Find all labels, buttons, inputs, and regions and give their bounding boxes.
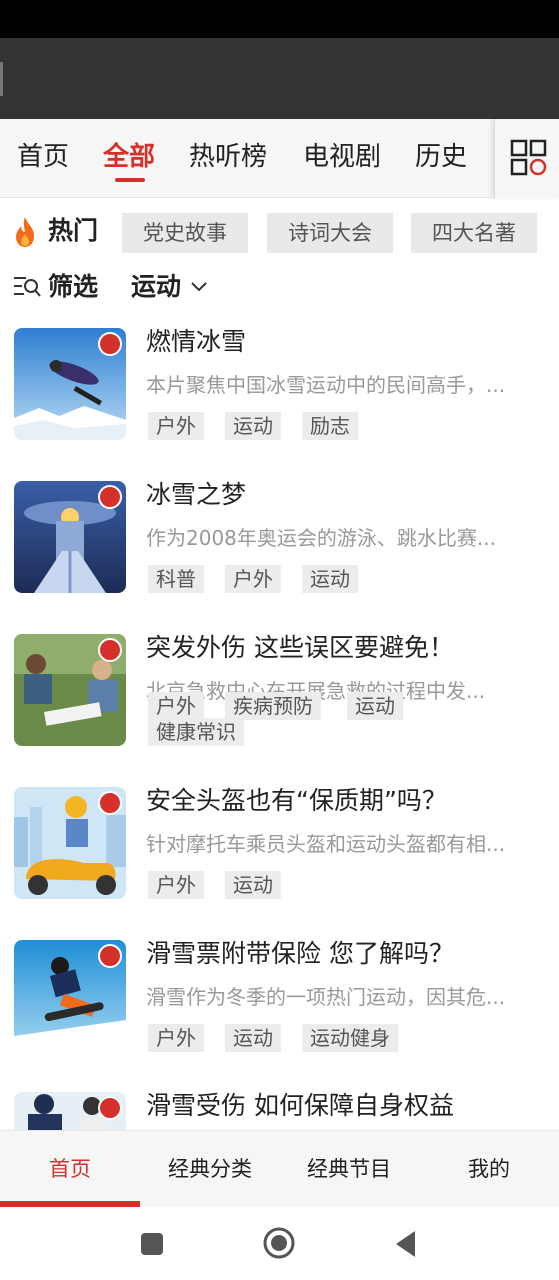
back-edge[interactable] xyxy=(0,62,3,96)
tab-all[interactable]: 全部 xyxy=(103,137,155,177)
program-thumbnail[interactable] xyxy=(14,634,126,746)
program-item[interactable]: 安全头盔也有“保质期”吗？ 针对摩托车乘员头盔和运动头盔都有相... 户外 运动 xyxy=(0,786,559,939)
program-title[interactable]: 冰雪之梦 xyxy=(146,477,546,513)
program-tag: 户外 xyxy=(148,1024,204,1052)
all-categories-button[interactable] xyxy=(494,119,559,198)
program-thumbnail[interactable] xyxy=(14,787,126,899)
program-title[interactable]: 安全头盔也有“保质期”吗？ xyxy=(146,783,546,819)
program-title[interactable]: 突发外伤 这些误区要避免！ xyxy=(146,630,546,666)
program-item[interactable]: 突发外伤 这些误区要避免！ 北京急救中心在开展急救的过程中发... 户外 疾病预… xyxy=(0,633,559,786)
hot-chip-poetry[interactable]: 诗词大会 xyxy=(267,213,393,253)
program-description: 滑雪作为冬季的一项热门运动，因其危... xyxy=(146,985,506,1009)
program-title[interactable]: 滑雪票附带保险 您了解吗？ xyxy=(146,936,546,972)
program-item[interactable]: 燃情冰雪 本片聚焦中国冰雪运动中的民间高手，... 户外 运动 励志 xyxy=(0,327,559,480)
radio-badge-icon xyxy=(98,485,122,509)
title-bar xyxy=(0,38,559,119)
bottom-nav-home[interactable]: 首页 xyxy=(0,1153,140,1185)
program-tag: 疾病预防 xyxy=(225,692,321,720)
hot-label: 热门 xyxy=(48,216,99,245)
system-nav-bar xyxy=(0,1207,559,1280)
back-triangle-icon[interactable] xyxy=(393,1229,419,1259)
radio-badge-icon xyxy=(98,638,122,662)
hot-row: 热门 党史故事 诗词大会 四大名著 xyxy=(0,208,559,254)
program-tag: 运动 xyxy=(302,565,358,593)
tab-home[interactable]: 首页 xyxy=(17,137,69,177)
program-title[interactable]: 燃情冰雪 xyxy=(146,324,546,360)
program-thumbnail[interactable] xyxy=(14,1092,126,1130)
program-thumbnail[interactable] xyxy=(14,940,126,1052)
hot-chip-classics[interactable]: 四大名著 xyxy=(411,213,537,253)
hot-chip-party-history[interactable]: 党史故事 xyxy=(122,213,248,253)
active-tab-indicator xyxy=(115,178,145,182)
program-description: 针对摩托车乘员头盔和运动头盔都有相... xyxy=(146,832,506,856)
filter-icon[interactable] xyxy=(13,275,41,299)
program-thumbnail[interactable] xyxy=(14,481,126,593)
program-description: 本片聚焦中国冰雪运动中的民间高手，... xyxy=(146,373,506,397)
radio-badge-icon xyxy=(98,944,122,968)
program-tag: 励志 xyxy=(302,412,358,440)
filter-label: 筛选 xyxy=(48,272,99,301)
program-item[interactable]: 滑雪受伤 如何保障自身权益 xyxy=(0,1092,559,1130)
grid-icon xyxy=(510,139,547,176)
filter-dropdown[interactable]: 运动 xyxy=(131,268,181,306)
program-tag: 运动健身 xyxy=(302,1024,398,1052)
bottom-nav: 首页 经典分类 经典节目 我的 xyxy=(0,1130,559,1207)
program-item[interactable]: 冰雪之梦 作为2008年奥运会的游泳、跳水比赛... 科普 户外 运动 xyxy=(0,480,559,633)
program-tag: 健康常识 xyxy=(148,718,244,746)
radio-badge-icon xyxy=(98,1096,122,1120)
program-tag: 运动 xyxy=(225,871,281,899)
program-tag: 户外 xyxy=(148,871,204,899)
program-thumbnail[interactable] xyxy=(14,328,126,440)
bottom-nav-mine[interactable]: 我的 xyxy=(419,1153,559,1185)
program-description: 北京急救中心在开展急救的过程中发... xyxy=(146,679,486,703)
program-tag: 运动 xyxy=(225,1024,281,1052)
bottom-nav-classic-categories[interactable]: 经典分类 xyxy=(140,1153,280,1185)
program-tag: 户外 xyxy=(225,565,281,593)
tab-tv-series[interactable]: 电视剧 xyxy=(303,137,381,177)
category-tabs: 首页 全部 热听榜 电视剧 历史 xyxy=(0,119,559,198)
program-tag: 科普 xyxy=(148,565,204,593)
program-item[interactable]: 滑雪票附带保险 您了解吗？ 滑雪作为冬季的一项热门运动，因其危... 户外 运动… xyxy=(0,939,559,1092)
status-bar xyxy=(0,0,559,38)
chevron-down-icon[interactable] xyxy=(190,280,208,294)
radio-badge-icon xyxy=(98,791,122,815)
home-circle-icon[interactable] xyxy=(262,1226,296,1260)
program-title[interactable]: 滑雪受伤 如何保障自身权益 xyxy=(146,1092,546,1124)
program-tag: 运动 xyxy=(225,412,281,440)
program-tag: 户外 xyxy=(148,412,204,440)
radio-badge-icon xyxy=(98,332,122,356)
filter-row: 筛选 运动 xyxy=(0,266,559,308)
tab-hot-listen[interactable]: 热听榜 xyxy=(189,137,267,177)
tab-history[interactable]: 历史 xyxy=(415,137,467,177)
recent-apps-icon[interactable] xyxy=(139,1231,165,1257)
flame-icon xyxy=(16,217,34,247)
program-description: 作为2008年奥运会的游泳、跳水比赛... xyxy=(146,526,496,550)
program-tag: 户外 xyxy=(148,692,204,720)
program-tag: 运动 xyxy=(347,692,403,720)
bottom-nav-classic-programs[interactable]: 经典节目 xyxy=(279,1153,419,1185)
